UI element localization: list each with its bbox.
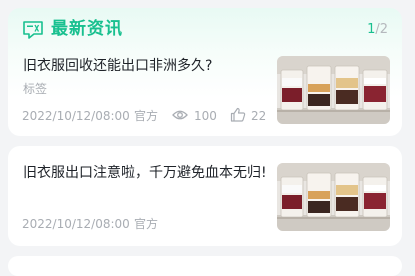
- news-card-featured[interactable]: 最新资讯 1/2 旧衣服回收还能出口非洲多久? 标签 2022/10/12/08…: [8, 8, 402, 136]
- section-title: 最新资讯: [51, 19, 123, 39]
- article-tag: 标签: [23, 82, 48, 96]
- article-thumbnail[interactable]: [277, 56, 390, 124]
- pager-total: /2: [375, 22, 388, 37]
- news-card[interactable]: 旧衣服出口注意啦，千万避免血本无归! 2022/10/12/08:00 官方: [8, 146, 402, 246]
- article-source: 官方: [134, 109, 159, 123]
- news-card[interactable]: [8, 256, 402, 276]
- eye-icon: [172, 108, 188, 125]
- news-icon: [22, 20, 44, 40]
- article-date: 2022/10/12/08:00: [22, 109, 130, 123]
- like-count: 22: [251, 109, 267, 123]
- article-date: 2022/10/12/08:00: [22, 217, 130, 231]
- article-thumbnail[interactable]: [277, 163, 390, 231]
- thumbs-up-icon[interactable]: [230, 107, 246, 125]
- pager-indicator: 1/2: [367, 22, 388, 38]
- article-title[interactable]: 旧衣服出口注意啦，千万避免血本无归!: [23, 164, 267, 182]
- view-count: 100: [194, 109, 217, 123]
- article-source: 官方: [134, 217, 159, 231]
- article-title[interactable]: 旧衣服回收还能出口非洲多久?: [23, 57, 212, 75]
